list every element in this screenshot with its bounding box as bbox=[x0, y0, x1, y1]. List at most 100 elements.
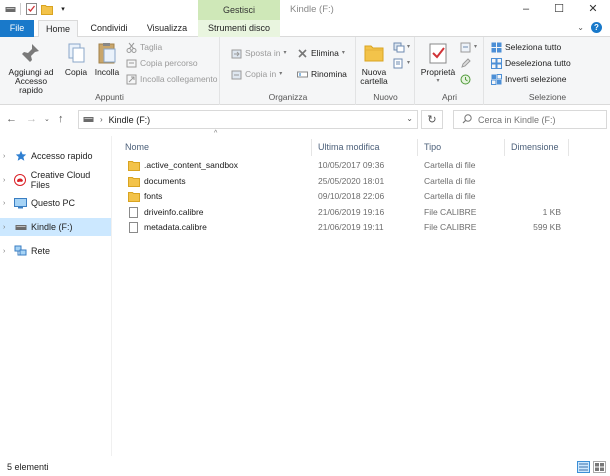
file-modified: 21/06/2019 19:16 bbox=[318, 207, 385, 217]
forward-arrow-icon[interactable]: → bbox=[26, 113, 37, 125]
tab-drive-tools[interactable]: Strumenti disco bbox=[198, 20, 280, 37]
new-item-button[interactable]: ▾ bbox=[393, 41, 410, 54]
copy-to-button[interactable]: Copia in ▾ bbox=[231, 68, 282, 81]
refresh-icon: ↻ bbox=[427, 114, 437, 126]
file-modified: 25/05/2020 18:01 bbox=[318, 176, 385, 186]
context-tab-manage[interactable]: Gestisci bbox=[198, 0, 280, 20]
large-icons-view-button[interactable] bbox=[593, 461, 606, 473]
copy-icon bbox=[68, 43, 85, 63]
column-header-name[interactable]: Nome bbox=[125, 139, 149, 156]
status-bar: 5 elementi bbox=[0, 458, 610, 476]
column-separator[interactable] bbox=[568, 139, 569, 156]
new-folder-qat-icon[interactable] bbox=[41, 3, 53, 15]
chevron-down-icon: ▾ bbox=[407, 44, 411, 50]
select-none-icon bbox=[491, 58, 502, 69]
maximize-button[interactable]: ☐ bbox=[544, 0, 574, 20]
open-icon bbox=[460, 42, 471, 53]
tab-share[interactable]: Condividi bbox=[82, 20, 136, 37]
expand-chevron-icon[interactable]: › bbox=[3, 200, 13, 207]
expand-chevron-icon[interactable]: › bbox=[3, 248, 13, 255]
column-separator[interactable] bbox=[504, 139, 505, 156]
history-icon bbox=[460, 74, 471, 85]
file-row[interactable]: .active_content_sandbox 10/05/2017 09:36… bbox=[118, 158, 568, 173]
pin-icon bbox=[22, 44, 39, 62]
search-input[interactable] bbox=[478, 114, 598, 125]
tab-home[interactable]: Home bbox=[38, 20, 78, 38]
paste-icon bbox=[98, 43, 116, 64]
tab-file[interactable]: File bbox=[0, 20, 34, 37]
group-clipboard: Aggiungi ad Accesso rapido Copia Incolla… bbox=[0, 37, 220, 105]
nav-item-network[interactable]: › Rete bbox=[0, 242, 111, 260]
expand-chevron-icon[interactable]: › bbox=[3, 153, 13, 160]
chevron-down-icon: ▾ bbox=[283, 50, 287, 56]
easy-access-button[interactable]: ▾ bbox=[393, 57, 410, 70]
delete-button[interactable]: Elimina ▾ bbox=[297, 47, 345, 60]
open-button[interactable]: ▾ bbox=[460, 41, 477, 54]
group-label-clipboard: Appunti bbox=[95, 92, 124, 102]
nav-item-quick-access[interactable]: › Accesso rapido bbox=[0, 147, 111, 165]
nav-item-kindle[interactable]: › Kindle (F:) bbox=[0, 218, 111, 236]
file-list: ^ Nome Ultima modifica Tipo Dimensione .… bbox=[118, 130, 608, 456]
quick-access-toolbar: ▾ bbox=[4, 3, 69, 15]
nav-item-creative-cloud[interactable]: › Creative Cloud Files bbox=[0, 170, 111, 190]
rename-button[interactable]: Rinomina bbox=[297, 68, 347, 81]
paste-shortcut-button[interactable]: Incolla collegamento bbox=[126, 73, 218, 86]
properties-button[interactable]: Proprietà ▾ bbox=[418, 41, 458, 86]
file-row[interactable]: documents 25/05/2020 18:01 Cartella di f… bbox=[118, 174, 568, 189]
breadcrumb-separator-icon[interactable]: › bbox=[100, 115, 103, 124]
move-to-icon bbox=[231, 48, 242, 59]
column-separator[interactable] bbox=[311, 139, 312, 156]
help-icon[interactable]: ? bbox=[591, 22, 602, 33]
breadcrumb-current[interactable]: Kindle (F:) bbox=[109, 115, 151, 125]
chevron-down-icon: ▾ bbox=[341, 50, 345, 56]
easy-access-icon bbox=[393, 58, 404, 69]
refresh-button[interactable]: ↻ bbox=[421, 110, 443, 129]
file-row[interactable]: driveinfo.calibre 21/06/2019 19:16 File … bbox=[118, 205, 568, 220]
nav-item-this-pc[interactable]: › Questo PC bbox=[0, 194, 111, 212]
large-icons-view-icon bbox=[595, 463, 604, 471]
copy-button[interactable]: Copia bbox=[62, 41, 90, 77]
pane-splitter[interactable] bbox=[111, 136, 112, 456]
column-header-modified[interactable]: Ultima modifica bbox=[318, 139, 380, 156]
item-count: 5 elementi bbox=[7, 462, 49, 472]
chevron-down-icon: ▾ bbox=[436, 78, 440, 84]
minimize-button[interactable]: – bbox=[511, 0, 541, 20]
search-box[interactable] bbox=[453, 110, 607, 129]
select-all-icon bbox=[491, 42, 502, 53]
scissors-icon bbox=[126, 42, 137, 53]
invert-selection-button[interactable]: Inverti selezione bbox=[491, 73, 566, 86]
move-to-button[interactable]: Sposta in ▾ bbox=[231, 47, 286, 60]
paste-button[interactable]: Incolla bbox=[92, 41, 122, 77]
column-header-type[interactable]: Tipo bbox=[424, 139, 441, 156]
back-arrow-icon[interactable]: ← bbox=[6, 113, 17, 125]
copy-path-button[interactable]: Copia percorso bbox=[126, 57, 198, 70]
file-name: metadata.calibre bbox=[144, 222, 207, 232]
edit-button[interactable] bbox=[460, 57, 471, 70]
address-dropdown-icon[interactable]: ⌄ bbox=[406, 114, 413, 123]
address-bar[interactable]: › Kindle (F:) ⌄ bbox=[78, 110, 418, 129]
cut-button[interactable]: Taglia bbox=[126, 41, 162, 54]
details-view-button[interactable] bbox=[577, 461, 590, 473]
drive-icon bbox=[83, 115, 94, 125]
pin-quick-access-button[interactable]: Aggiungi ad Accesso rapido bbox=[2, 41, 60, 95]
file-row[interactable]: metadata.calibre 21/06/2019 19:11 File C… bbox=[118, 220, 568, 235]
up-arrow-icon[interactable]: ↑ bbox=[58, 113, 64, 125]
select-none-button[interactable]: Deseleziona tutto bbox=[491, 57, 571, 70]
file-icon bbox=[129, 222, 138, 233]
file-row[interactable]: fonts 09/10/2018 22:06 Cartella di file bbox=[118, 189, 568, 204]
customize-qat-icon[interactable]: ▾ bbox=[57, 3, 69, 15]
column-header-size[interactable]: Dimensione bbox=[511, 139, 559, 156]
recent-locations-chevron-icon[interactable]: ⌄ bbox=[44, 115, 50, 123]
properties-qat-icon[interactable] bbox=[25, 3, 37, 15]
star-icon bbox=[14, 150, 27, 163]
expand-chevron-icon[interactable]: › bbox=[3, 177, 13, 184]
new-folder-button[interactable]: Nuova cartella bbox=[357, 41, 391, 86]
expand-chevron-icon[interactable]: › bbox=[3, 224, 13, 231]
history-button[interactable] bbox=[460, 73, 471, 86]
select-all-button[interactable]: Seleziona tutto bbox=[491, 41, 561, 54]
edit-icon bbox=[460, 58, 471, 69]
close-button[interactable]: ✕ bbox=[578, 0, 608, 20]
collapse-ribbon-icon[interactable]: ⌄ bbox=[577, 23, 584, 32]
column-separator[interactable] bbox=[417, 139, 418, 156]
tab-view[interactable]: Visualizza bbox=[140, 20, 194, 37]
